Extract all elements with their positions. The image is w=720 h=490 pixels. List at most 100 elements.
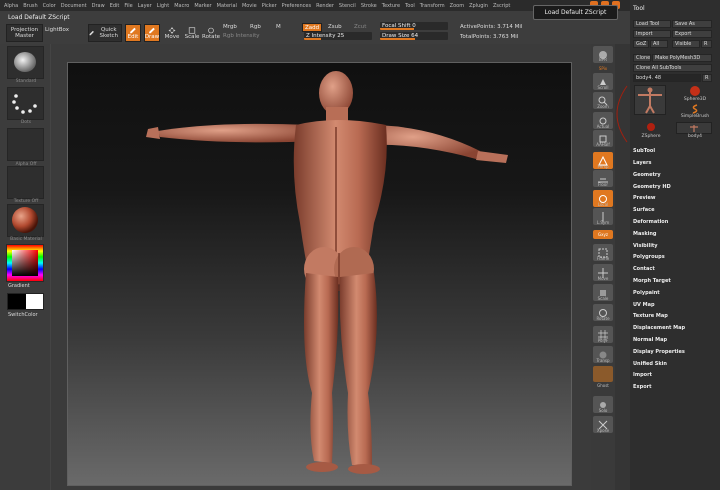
menu-edit[interactable]: Edit xyxy=(110,3,120,9)
rgb-intensity-slider[interactable]: Rgb Intensity xyxy=(223,33,260,39)
normal-map-section[interactable]: Normal Map xyxy=(633,336,717,344)
load-tool-button[interactable]: Load Tool xyxy=(633,20,671,28)
menu-transform[interactable]: Transform xyxy=(420,3,445,9)
import-button[interactable]: Import xyxy=(633,30,671,38)
menu-file[interactable]: File xyxy=(124,3,132,9)
zadd-button[interactable]: Zadd xyxy=(302,23,322,32)
all-button[interactable]: All xyxy=(650,40,668,48)
preview-section[interactable]: Preview xyxy=(633,194,717,202)
tool-thumb-main[interactable] xyxy=(634,85,666,115)
alpha-thumb[interactable] xyxy=(7,128,44,161)
menu-alpha[interactable]: Alpha xyxy=(4,3,18,9)
menu-zoom[interactable]: Zoom xyxy=(450,3,464,9)
menu-macro[interactable]: Macro xyxy=(174,3,189,9)
secondary-color-swatch[interactable] xyxy=(8,294,26,309)
tool-thumb-zsphere[interactable] xyxy=(638,122,664,134)
menu-render[interactable]: Render xyxy=(316,3,334,9)
menu-zscript[interactable]: Zscript xyxy=(493,3,510,9)
quick-sketch-button[interactable]: Quick Sketch xyxy=(88,24,122,42)
tool-thumb-simplebrush[interactable] xyxy=(680,104,710,114)
geometry-hd-section[interactable]: Geometry HD xyxy=(633,183,717,191)
document-viewport[interactable] xyxy=(67,62,572,486)
menu-stroke[interactable]: Stroke xyxy=(361,3,377,9)
total-points-readout: TotalPoints: 3.763 Mil xyxy=(460,34,519,40)
menu-zplugin[interactable]: Zplugin xyxy=(469,3,488,9)
texture-map-section[interactable]: Texture Map xyxy=(633,312,717,320)
masking-section[interactable]: Masking xyxy=(633,230,717,238)
mrgb-toggle[interactable]: Mrgb xyxy=(223,24,237,30)
gradient-label[interactable]: Gradient xyxy=(8,283,52,289)
goz-button[interactable]: GoZ xyxy=(633,40,649,48)
menu-draw[interactable]: Draw xyxy=(92,3,105,9)
clone-all-subtools-button[interactable]: Clone All SubTools xyxy=(633,64,712,72)
material-thumb[interactable] xyxy=(7,204,44,237)
color-picker[interactable] xyxy=(6,244,44,282)
move-button[interactable]: Move xyxy=(164,24,180,42)
menu-marker[interactable]: Marker xyxy=(194,3,211,9)
r-button[interactable]: R xyxy=(701,40,712,48)
export-button[interactable]: Export xyxy=(672,30,712,38)
surface-section[interactable]: Surface xyxy=(633,206,717,214)
texture-thumb[interactable] xyxy=(7,166,44,199)
focal-shift-slider[interactable]: Focal Shift 0 xyxy=(380,22,448,30)
edit-button[interactable]: Edit xyxy=(125,24,141,42)
menu-tool[interactable]: Tool xyxy=(405,3,415,9)
spix-label[interactable]: SPix xyxy=(591,66,615,71)
save-as-button[interactable]: Save As xyxy=(672,20,712,28)
zcut-button[interactable]: Zcut xyxy=(354,24,366,30)
import-section[interactable]: Import xyxy=(633,371,717,379)
subtool-section[interactable]: SubTool xyxy=(633,147,717,155)
draw-size-slider[interactable]: Draw Size 64 xyxy=(380,32,448,40)
contact-section[interactable]: Contact xyxy=(633,265,717,273)
rotate-button[interactable]: Rotate xyxy=(202,24,220,42)
visible-button[interactable]: Visible xyxy=(672,40,700,48)
deformation-section[interactable]: Deformation xyxy=(633,218,717,226)
export-section[interactable]: Export xyxy=(633,383,717,391)
brush-standard-thumb[interactable] xyxy=(7,46,44,79)
menu-color[interactable]: Color xyxy=(43,3,56,9)
z-intensity-slider[interactable]: Z Intensity 25 xyxy=(304,32,372,40)
unified-skin-section[interactable]: Unified Skin xyxy=(633,360,717,368)
main-color-swatch[interactable] xyxy=(25,294,43,309)
menu-stencil[interactable]: Stencil xyxy=(339,3,356,9)
clone-button[interactable]: Clone xyxy=(633,54,651,62)
visibility-section[interactable]: Visibility xyxy=(633,242,717,250)
polypaint-section[interactable]: Polypaint xyxy=(633,289,717,297)
floor-label: Floor xyxy=(598,182,608,187)
display-properties-section[interactable]: Display Properties xyxy=(633,348,717,356)
color-swatches[interactable] xyxy=(7,293,44,310)
menu-brush[interactable]: Brush xyxy=(23,3,37,9)
geometry-section[interactable]: Geometry xyxy=(633,171,717,179)
current-tool-slider[interactable]: body4. 48 xyxy=(633,74,701,82)
scale-view-label: Scale xyxy=(597,296,609,301)
tool-r-button[interactable]: R xyxy=(702,74,712,82)
menu-layer[interactable]: Layer xyxy=(138,3,152,9)
menu-texture[interactable]: Texture xyxy=(382,3,400,9)
panel-divider[interactable] xyxy=(615,44,630,490)
menu-material[interactable]: Material xyxy=(217,3,237,9)
make-polymesh-button[interactable]: Make PolyMesh3D xyxy=(652,54,712,62)
switch-color-label[interactable]: SwitchColor xyxy=(8,312,52,318)
load-default-zscript-label[interactable]: Load Default ZScript xyxy=(8,14,70,21)
polygroups-section[interactable]: Polygroups xyxy=(633,253,717,261)
tool-thumb-body4[interactable] xyxy=(676,122,712,134)
zsub-button[interactable]: Zsub xyxy=(328,24,342,30)
lightbox-button[interactable]: LightBox xyxy=(44,24,78,42)
gxyz-button[interactable]: Gxyz xyxy=(593,230,613,239)
menu-movie[interactable]: Movie xyxy=(242,3,257,9)
menu-document[interactable]: Document xyxy=(61,3,87,9)
m-toggle[interactable]: M xyxy=(276,24,281,30)
layers-section[interactable]: Layers xyxy=(633,159,717,167)
ghost-button[interactable] xyxy=(593,366,613,382)
scale-button[interactable]: Scale xyxy=(184,24,200,42)
uv-map-section[interactable]: UV Map xyxy=(633,301,717,309)
menu-picker[interactable]: Picker xyxy=(262,3,277,9)
morph-target-section[interactable]: Morph Target xyxy=(633,277,717,285)
displacement-map-section[interactable]: Displacement Map xyxy=(633,324,717,332)
projection-master-button[interactable]: Projection Master xyxy=(6,24,43,42)
draw-button[interactable]: Draw xyxy=(144,24,160,42)
stroke-dots-thumb[interactable] xyxy=(7,87,44,120)
menu-light[interactable]: Light xyxy=(157,3,169,9)
rgb-toggle[interactable]: Rgb xyxy=(250,24,261,30)
menu-preferences[interactable]: Preferences xyxy=(282,3,311,9)
